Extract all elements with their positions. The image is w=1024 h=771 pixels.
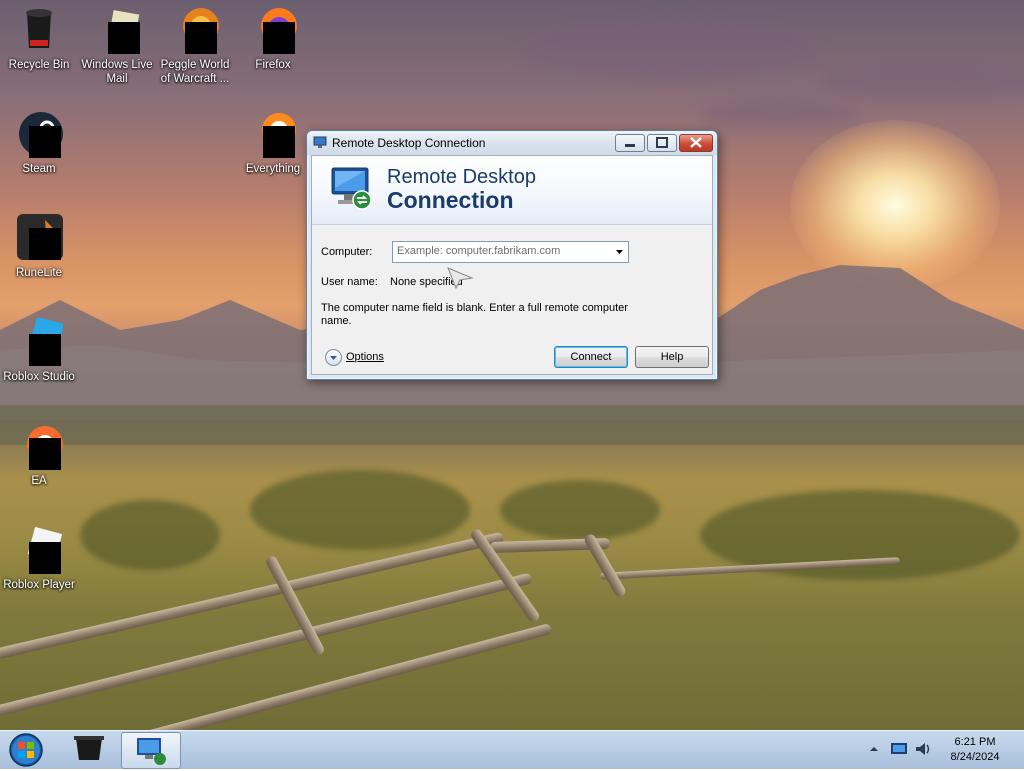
status-message: The computer name field is blank. Enter … bbox=[321, 302, 628, 327]
windows-logo-icon bbox=[9, 733, 43, 767]
desktop-icon-roblox-player[interactable]: Roblox Player bbox=[0, 526, 78, 592]
desktop-icon-ea[interactable]: EA bbox=[0, 422, 78, 488]
rdc-title-icon bbox=[313, 136, 327, 148]
desktop-icon-label: Windows Live Mail bbox=[81, 59, 153, 85]
desktop-icon-label: Recycle Bin bbox=[8, 59, 70, 71]
desktop-icon-label: Steam bbox=[22, 163, 56, 175]
recycle-bin-icon bbox=[15, 6, 63, 54]
options-toggle[interactable] bbox=[325, 349, 342, 366]
taskbar-remote-desktop[interactable] bbox=[121, 732, 181, 769]
computer-combobox[interactable] bbox=[392, 241, 629, 263]
help-button[interactable]: Help bbox=[635, 346, 709, 368]
volume-icon[interactable] bbox=[914, 740, 932, 758]
chevron-down-icon bbox=[330, 356, 337, 360]
computer-input[interactable] bbox=[395, 243, 609, 259]
desktop-icon-label: Roblox Player bbox=[3, 579, 75, 591]
banner-title-line1: Remote Desktop bbox=[387, 166, 536, 188]
window-title: Remote Desktop Connection bbox=[332, 136, 486, 150]
window-client-area: Remote Desktop Connection Computer: User… bbox=[311, 155, 713, 375]
start-button[interactable] bbox=[6, 732, 46, 768]
desktop-icon-firefox[interactable]: Firefox bbox=[234, 6, 312, 72]
username-label: User name: bbox=[321, 276, 378, 288]
roblox-studio-icon bbox=[15, 316, 65, 366]
runelite-icon bbox=[15, 214, 63, 262]
desktop-icon-label: Peggle World of Warcraft ... bbox=[160, 59, 230, 85]
desktop-icon-steam[interactable]: Steam bbox=[0, 110, 78, 176]
window-titlebar[interactable]: Remote Desktop Connection bbox=[307, 131, 717, 155]
desktop-icon-runelite[interactable]: RuneLite bbox=[0, 214, 78, 280]
chevron-up-icon[interactable] bbox=[868, 743, 880, 755]
clock-time: 6:21 PM bbox=[954, 736, 996, 748]
clock-date: 8/24/2024 bbox=[950, 751, 1000, 763]
chevron-down-icon bbox=[616, 250, 623, 254]
maximize-button[interactable] bbox=[647, 134, 677, 152]
firefox-icon bbox=[249, 6, 297, 54]
desktop-icon-label: Roblox Studio bbox=[3, 371, 75, 383]
minimize-icon bbox=[625, 144, 635, 147]
options-link[interactable]: Options bbox=[346, 351, 384, 363]
desktop-icon-label: RuneLite bbox=[15, 267, 63, 279]
remote-desktop-window: Remote Desktop Connection Remote Desktop… bbox=[306, 130, 718, 380]
rdc-banner: Remote Desktop Connection bbox=[312, 156, 712, 225]
mail-icon bbox=[93, 6, 141, 54]
ea-icon bbox=[15, 422, 63, 470]
computer-label: Computer: bbox=[321, 246, 373, 258]
desktop-icon-windows-live-mail[interactable]: Windows Live Mail bbox=[78, 6, 156, 86]
desktop-icon-everything[interactable]: Everything bbox=[234, 110, 312, 176]
steam-icon bbox=[15, 110, 63, 158]
close-button[interactable] bbox=[679, 134, 713, 152]
peggle-icon bbox=[171, 6, 219, 54]
recycle-bin-icon bbox=[74, 736, 104, 760]
desktop-icon-roblox-studio[interactable]: Roblox Studio bbox=[0, 316, 78, 384]
network-icon[interactable] bbox=[890, 741, 908, 757]
roblox-player-icon bbox=[15, 526, 63, 574]
connect-button[interactable]: Connect bbox=[554, 346, 628, 368]
remote-desktop-icon bbox=[331, 167, 372, 210]
desktop-icon-recycle-bin[interactable]: Recycle Bin bbox=[0, 6, 78, 72]
remote-desktop-icon bbox=[137, 738, 166, 765]
desktop-icon-label: Everything bbox=[245, 163, 301, 175]
system-clock[interactable]: 6:21 PM 8/24/2024 bbox=[940, 735, 1010, 765]
combo-dropdown-button[interactable] bbox=[611, 242, 628, 262]
banner-title-line2: Connection bbox=[387, 187, 514, 213]
desktop-icon-label: EA bbox=[31, 475, 47, 487]
close-icon bbox=[690, 137, 702, 148]
taskbar-recycle-bin[interactable] bbox=[60, 732, 118, 767]
desktop-icon-peggle[interactable]: Peggle World of Warcraft ... bbox=[156, 6, 234, 86]
mouse-cursor bbox=[447, 267, 474, 290]
everything-icon bbox=[249, 110, 297, 158]
desktop-icon-label: Firefox bbox=[255, 59, 291, 71]
minimize-button[interactable] bbox=[615, 134, 645, 152]
maximize-icon bbox=[656, 137, 668, 148]
taskbar: 6:21 PM 8/24/2024 bbox=[0, 730, 1024, 769]
